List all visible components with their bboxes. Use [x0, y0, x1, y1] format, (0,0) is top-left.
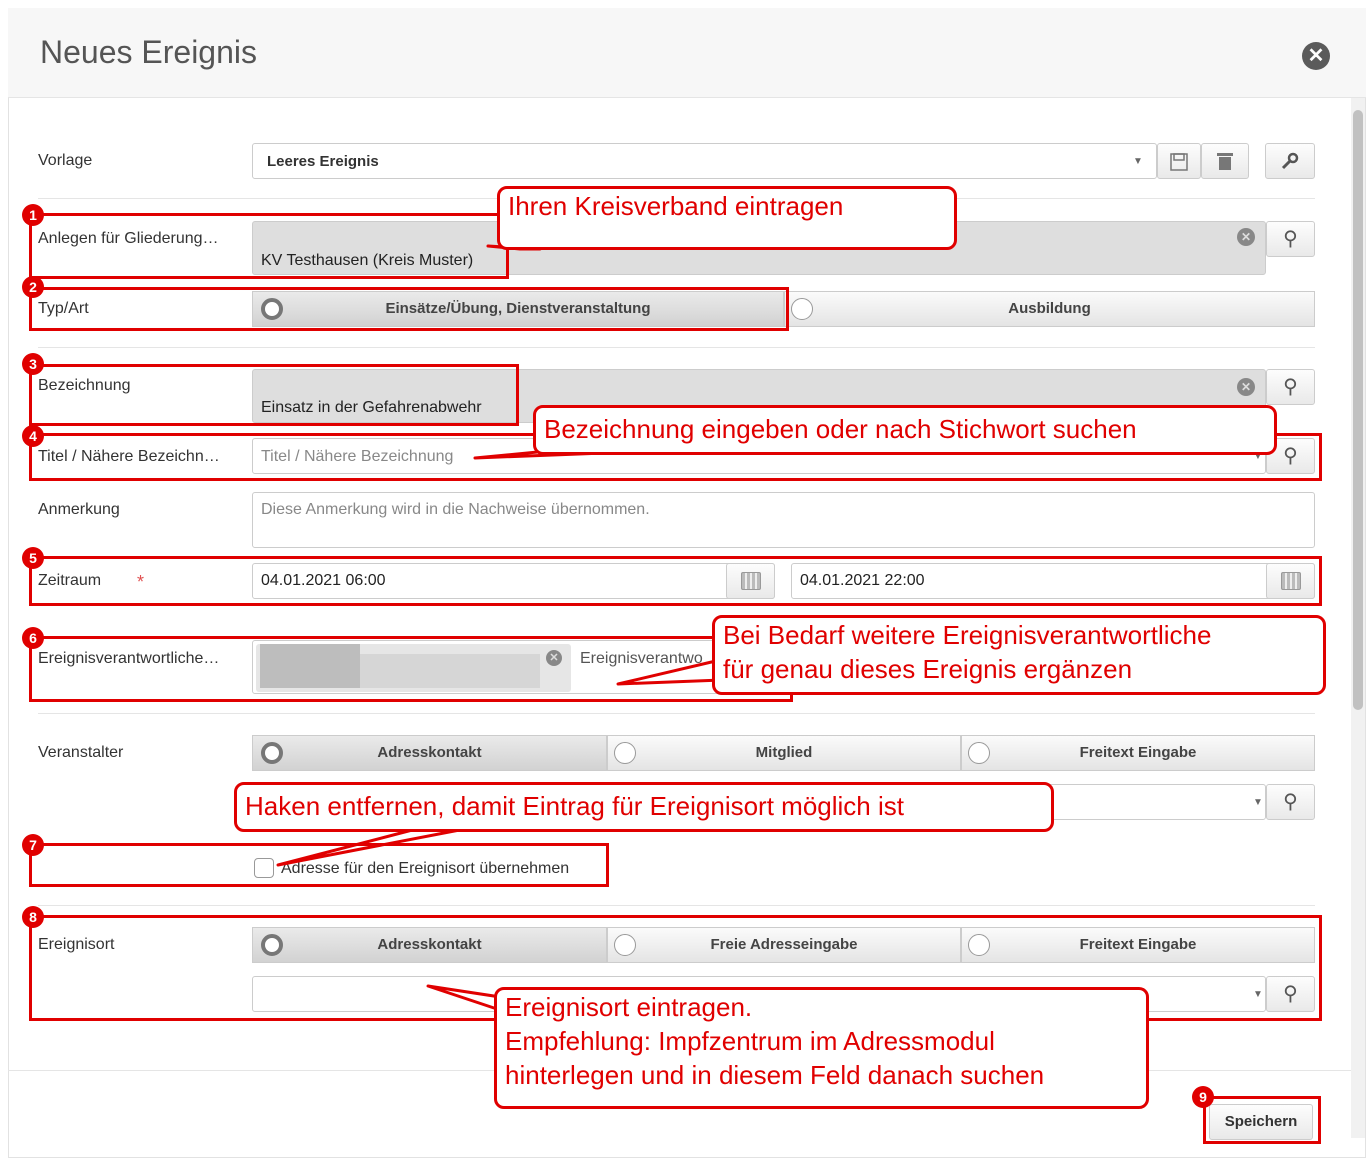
marker-2: 2: [22, 276, 44, 298]
callout-text: Ihren Kreisverband eintragen: [508, 191, 844, 221]
callout-text: Bezeichnung eingeben oder nach Stichwort…: [544, 414, 1137, 444]
highlight-3: [29, 364, 519, 426]
callout-7: Haken entfernen, damit Eintrag für Ereig…: [234, 782, 1054, 832]
callout-4: Bezeichnung eingeben oder nach Stichwort…: [533, 405, 1277, 455]
marker-6: 6: [22, 627, 44, 649]
marker-3: 3: [22, 353, 44, 375]
callout-text: hinterlegen und in diesem Feld danach su…: [505, 1060, 1045, 1090]
highlight-1: [29, 213, 509, 279]
highlight-5: [29, 556, 1322, 606]
callout-8: Ereignisort eintragen. Empfehlung: Impfze…: [494, 987, 1149, 1109]
callout-text: Haken entfernen, damit Eintrag für Ereig…: [245, 791, 904, 821]
marker-4: 4: [22, 425, 44, 447]
highlight-7: [29, 843, 609, 887]
marker-8: 8: [22, 906, 44, 928]
marker-5: 5: [22, 547, 44, 569]
callout-text: Bei Bedarf weitere Ereignisverantwortlic…: [723, 620, 1212, 650]
marker-7: 7: [22, 834, 44, 856]
highlight-9: [1203, 1096, 1321, 1144]
highlight-6: [29, 636, 793, 702]
marker-9: 9: [1192, 1086, 1214, 1108]
highlight-2: [29, 287, 789, 331]
marker-1: 1: [22, 204, 44, 226]
callout-text: Empfehlung: Impfzentrum im Adressmodul: [505, 1026, 995, 1056]
callout-text: für genau dieses Ereignis ergänzen: [723, 654, 1133, 684]
callout-6: Bei Bedarf weitere Ereignisverantwortlic…: [712, 615, 1326, 695]
callout-1: Ihren Kreisverband eintragen: [497, 186, 957, 250]
callout-text: Ereignisort eintragen.: [505, 992, 753, 1022]
